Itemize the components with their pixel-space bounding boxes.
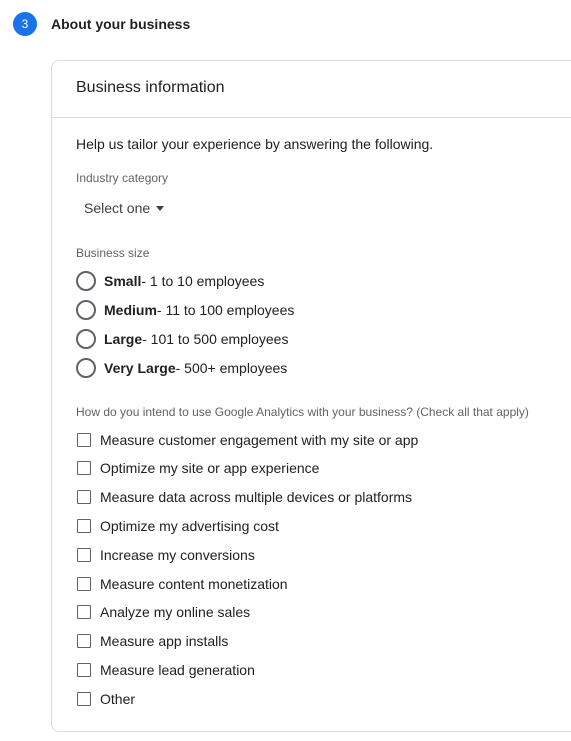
radio-size-medium[interactable]: Medium - 11 to 100 employees	[76, 300, 294, 320]
checkbox-label: Measure data across multiple devices or …	[100, 489, 413, 505]
radio-size-large[interactable]: Large - 101 to 500 employees	[76, 329, 288, 349]
radio-button-icon	[76, 329, 96, 349]
business-information-card: Business information Help us tailor your…	[51, 60, 571, 732]
industry-category-value: Select one	[84, 200, 151, 216]
checkbox-label: Increase my conversions	[100, 547, 255, 563]
checkbox-measure-devices[interactable]: Measure data across multiple devices or …	[77, 489, 412, 505]
card-title: Business information	[76, 79, 225, 96]
checkbox-icon	[77, 490, 91, 504]
checkbox-icon	[77, 433, 91, 447]
radio-size-small[interactable]: Small - 1 to 10 employees	[76, 271, 264, 291]
checkbox-online-sales[interactable]: Analyze my online sales	[77, 604, 250, 620]
checkbox-label: Measure lead generation	[100, 662, 255, 678]
radio-size-name: Very Large	[104, 360, 176, 376]
checkbox-label: Optimize my advertising cost	[100, 518, 279, 534]
checkbox-lead-generation[interactable]: Measure lead generation	[77, 662, 255, 678]
checkbox-label: Measure app installs	[100, 633, 229, 649]
checkbox-label: Measure content monetization	[100, 576, 288, 592]
checkbox-icon	[77, 548, 91, 562]
step-number-badge: 3	[13, 12, 37, 36]
card-divider	[52, 117, 571, 118]
checkbox-icon	[77, 519, 91, 533]
checkbox-label: Measure customer engagement with my site…	[100, 432, 419, 448]
step-header: 3 About your business	[13, 12, 190, 36]
intro-text: Help us tailor your experience by answer…	[76, 136, 434, 152]
checkbox-icon	[77, 605, 91, 619]
checkbox-icon	[77, 663, 91, 677]
checkbox-icon	[77, 692, 91, 706]
radio-size-detail: - 1 to 10 employees	[141, 273, 265, 289]
checkbox-icon	[77, 634, 91, 648]
radio-size-very-large[interactable]: Very Large - 500+ employees	[76, 358, 287, 378]
checkbox-icon	[77, 461, 91, 475]
radio-size-detail: - 500+ employees	[175, 360, 288, 376]
checkbox-increase-conversions[interactable]: Increase my conversions	[77, 547, 255, 563]
industry-category-label: Industry category	[76, 171, 169, 185]
business-size-label: Business size	[76, 246, 150, 260]
radio-size-name: Large	[104, 331, 143, 347]
caret-down-icon	[156, 205, 165, 211]
industry-category-select[interactable]: Select one	[84, 200, 165, 216]
radio-size-name: Small	[104, 273, 142, 289]
checkbox-app-installs[interactable]: Measure app installs	[77, 633, 228, 649]
checkbox-content-monetization[interactable]: Measure content monetization	[77, 576, 288, 592]
checkbox-optimize-advertising[interactable]: Optimize my advertising cost	[77, 518, 279, 534]
checkbox-measure-engagement[interactable]: Measure customer engagement with my site…	[77, 432, 418, 448]
radio-button-icon	[76, 358, 96, 378]
radio-button-icon	[76, 300, 96, 320]
radio-button-icon	[76, 271, 96, 291]
radio-size-detail: - 101 to 500 employees	[142, 331, 289, 347]
usage-question-label: How do you intend to use Google Analytic…	[76, 405, 529, 419]
radio-size-name: Medium	[104, 302, 157, 318]
checkbox-label: Optimize my site or app experience	[100, 460, 320, 476]
checkbox-icon	[77, 577, 91, 591]
checkbox-label: Other	[100, 691, 136, 707]
checkbox-optimize-experience[interactable]: Optimize my site or app experience	[77, 460, 319, 476]
checkbox-label: Analyze my online sales	[100, 604, 251, 620]
radio-size-detail: - 11 to 100 employees	[156, 302, 295, 318]
step-title: About your business	[51, 16, 191, 32]
checkbox-other[interactable]: Other	[77, 691, 135, 707]
